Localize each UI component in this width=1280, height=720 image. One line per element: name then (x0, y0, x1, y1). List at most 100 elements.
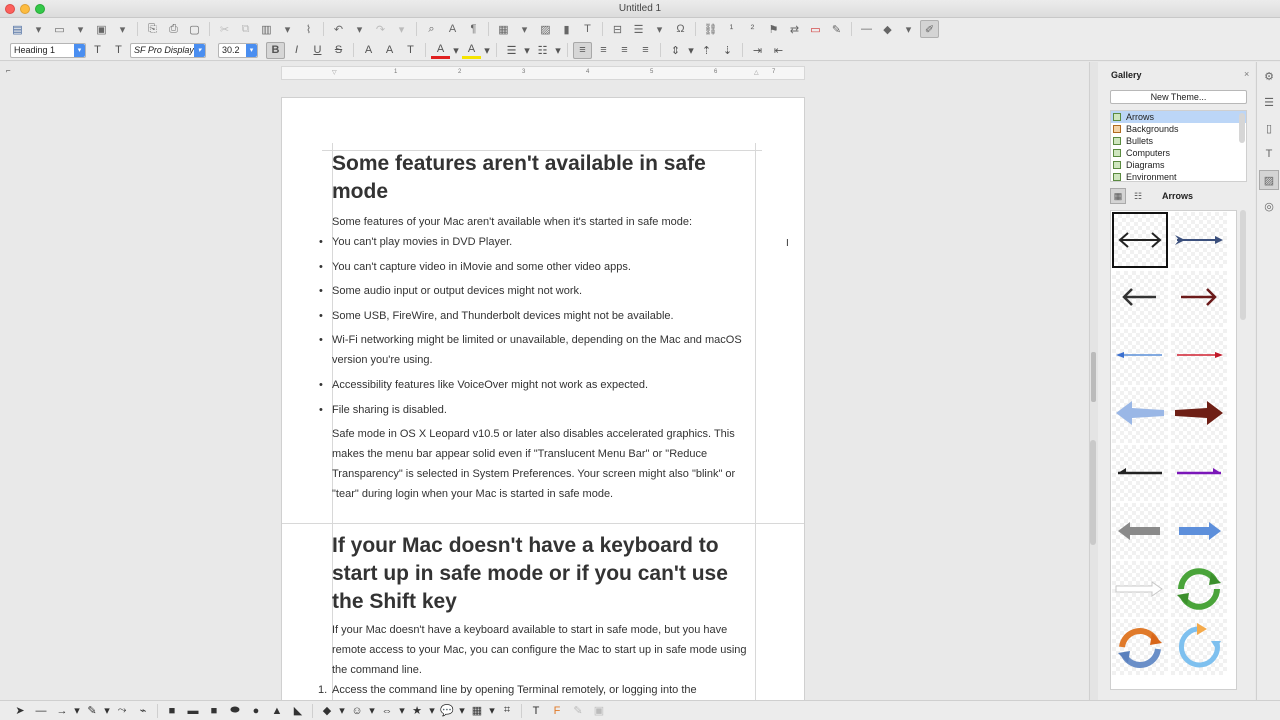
gallery-scrollbar[interactable] (1240, 210, 1246, 320)
copy-icon[interactable]: ⧉ (236, 20, 255, 38)
align-right-icon[interactable]: ≡ (615, 42, 634, 59)
block-arrows-icon[interactable]: ⇔ (377, 702, 397, 720)
document-area[interactable]: ⌐ ▽ 1 2 3 4 5 6 7 △ Some features aren't… (0, 62, 1088, 717)
formatting-marks-icon[interactable]: ¶ (464, 20, 483, 38)
insert-field-icon[interactable]: ☰ (629, 20, 648, 38)
ellipse-icon[interactable]: ⬬ (225, 702, 245, 720)
styles-icon[interactable]: T (1259, 144, 1279, 164)
gallery-item-arrow[interactable] (1112, 329, 1168, 385)
tab-stop-icon[interactable]: ⌐ (6, 66, 11, 75)
gallery-item-arrow[interactable] (1171, 445, 1227, 501)
insert-line-icon[interactable]: — (857, 20, 876, 38)
open-folder-icon[interactable]: ▭ (50, 20, 69, 38)
line-spacing-dropdown-icon[interactable]: ▾ (687, 42, 695, 59)
curve-icon[interactable]: ✎ (82, 702, 102, 720)
insert-textbox-icon[interactable]: T (526, 702, 546, 720)
gallery-item-arrow[interactable] (1171, 271, 1227, 327)
justify-icon[interactable]: ≡ (636, 42, 655, 59)
show-draw-functions-icon[interactable]: ✐ (920, 20, 939, 38)
theme-list[interactable]: Arrows Backgrounds Bullets Computers Dia… (1110, 110, 1247, 182)
clone-formatting-icon[interactable]: ⌇ (299, 20, 318, 38)
basic-shapes-dropdown-icon[interactable]: ▾ (338, 702, 346, 720)
highlight-color-icon[interactable]: A (462, 42, 481, 59)
line-dropdown-icon[interactable]: ▾ (73, 702, 81, 720)
zoom-window-button[interactable] (35, 4, 45, 14)
new-dropdown-icon[interactable]: ▾ (29, 20, 48, 38)
detailed-view-icon[interactable]: ☷ (1130, 188, 1146, 204)
toggle-extrusion-icon[interactable]: ✎ (568, 702, 588, 720)
unordered-list-icon[interactable]: ☰ (502, 42, 521, 59)
gallery-item-arrow[interactable] (1112, 387, 1168, 443)
line-spacing-icon[interactable]: ⇕ (666, 42, 685, 59)
theme-item-environment[interactable]: Environment (1111, 171, 1246, 181)
redo-dropdown-icon[interactable]: ▾ (392, 20, 411, 38)
increase-indent-icon[interactable]: ⇥ (748, 42, 767, 59)
paragraph-style-select[interactable]: Heading 1 ▾ (10, 42, 86, 58)
document-page[interactable]: Some features aren't available in safe m… (281, 97, 805, 717)
paste-dropdown-icon[interactable]: ▾ (278, 20, 297, 38)
properties-icon[interactable]: ☰ (1259, 92, 1279, 112)
strikethrough-button[interactable]: S (329, 42, 348, 59)
paste-icon[interactable]: ▥ (257, 20, 276, 38)
block-arrows-dropdown-icon[interactable]: ▾ (398, 702, 406, 720)
connector-icon[interactable]: ⤳ (112, 702, 132, 720)
rounded-rectangle-icon[interactable]: ▬ (183, 702, 203, 720)
field-dropdown-icon[interactable]: ▾ (650, 20, 669, 38)
curve-dropdown-icon[interactable]: ▾ (103, 702, 111, 720)
theme-item-backgrounds[interactable]: Backgrounds (1111, 123, 1246, 135)
document-content[interactable]: Some features aren't available in safe m… (318, 150, 754, 700)
redo-icon[interactable]: ↷ (371, 20, 390, 38)
flowchart-icon[interactable]: ▦ (467, 702, 487, 720)
underline-button[interactable]: U (308, 42, 327, 59)
square-icon[interactable]: ■ (204, 702, 224, 720)
close-icon[interactable]: × (1244, 69, 1249, 79)
gallery-item-arrow[interactable] (1112, 561, 1168, 617)
horizontal-ruler[interactable]: ▽ 1 2 3 4 5 6 7 △ (281, 66, 805, 80)
font-size-select[interactable]: 30.2 ▾ (218, 42, 258, 58)
insert-page-break-icon[interactable]: ⊟ (608, 20, 627, 38)
font-color-dropdown-icon[interactable]: ▾ (452, 42, 460, 59)
document-scrollbar[interactable] (1090, 440, 1096, 545)
gallery-item-arrow[interactable] (1112, 212, 1168, 268)
gallery-items-grid[interactable] (1110, 210, 1237, 690)
gallery-icon[interactable]: ▨ (1259, 170, 1279, 190)
gallery-item-arrow[interactable] (1171, 619, 1227, 675)
symbol-shapes-dropdown-icon[interactable]: ▾ (368, 702, 376, 720)
fontwork-icon[interactable]: F (547, 702, 567, 720)
grow-font-icon[interactable]: A (359, 42, 378, 59)
new-style-icon[interactable]: T (109, 42, 128, 59)
new-theme-button[interactable]: New Theme... (1110, 90, 1247, 104)
table-dropdown-icon[interactable]: ▾ (515, 20, 534, 38)
insert-line-icon[interactable]: — (31, 702, 51, 720)
font-color-icon[interactable]: A (431, 42, 450, 59)
cross-reference-icon[interactable]: ⇄ (785, 20, 804, 38)
gallery-item-arrow[interactable] (1171, 387, 1227, 443)
icon-view-icon[interactable]: ▦ (1110, 188, 1126, 204)
footnote-icon[interactable]: ¹ (722, 20, 741, 38)
list-dropdown-icon[interactable]: ▾ (523, 42, 531, 59)
find-replace-icon[interactable]: ⌕ (422, 20, 441, 38)
special-character-icon[interactable]: Ω (671, 20, 690, 38)
highlight-dropdown-icon[interactable]: ▾ (483, 42, 491, 59)
gallery-item-arrow[interactable] (1171, 212, 1227, 268)
gallery-item-arrow[interactable] (1112, 503, 1168, 559)
print-icon[interactable]: ⎙ (164, 20, 183, 38)
align-center-icon[interactable]: ≡ (594, 42, 613, 59)
update-style-icon[interactable]: T (88, 42, 107, 59)
circle-icon[interactable]: ● (246, 702, 266, 720)
chevron-down-icon[interactable]: ▾ (74, 43, 85, 57)
triangle-icon[interactable]: ▲ (267, 702, 287, 720)
basic-shapes-icon[interactable]: ◆ (878, 20, 897, 38)
callouts-icon[interactable]: 💬 (437, 702, 457, 720)
page-icon[interactable]: ▯ (1259, 118, 1279, 138)
export-pdf-icon[interactable]: ⎘ (143, 20, 162, 38)
stars-icon[interactable]: ★ (407, 702, 427, 720)
insert-textbox-icon[interactable]: T (578, 20, 597, 38)
gallery-item-arrow[interactable] (1112, 445, 1168, 501)
right-triangle-icon[interactable]: ◣ (288, 702, 308, 720)
callouts-dropdown-icon[interactable]: ▾ (458, 702, 466, 720)
3d-objects-icon[interactable]: ▣ (589, 702, 609, 720)
flowchart-dropdown-icon[interactable]: ▾ (488, 702, 496, 720)
symbol-shapes-icon[interactable]: ☺ (347, 702, 367, 720)
sidebar-splitter[interactable] (1089, 62, 1098, 700)
